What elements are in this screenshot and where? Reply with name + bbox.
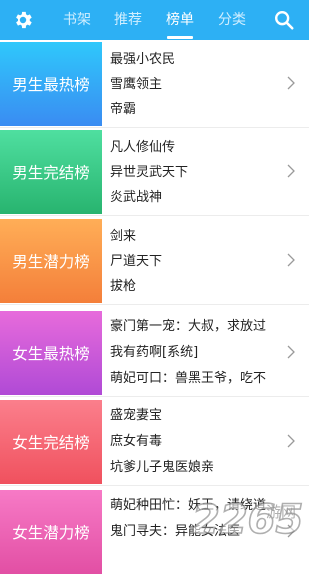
book-title[interactable]: 尸道天下	[110, 254, 162, 270]
gear-icon[interactable]	[12, 9, 34, 31]
book-title[interactable]: 我有药啊[系统]	[110, 345, 198, 361]
ranking-row-female-finished[interactable]: 女生完结榜 盛宠妻宝 庶女有毒 坑爹儿子鬼医娘亲	[0, 400, 309, 484]
divider	[0, 304, 309, 305]
tab-categories[interactable]: 分类	[218, 11, 246, 29]
ranking-title: 男生完结榜	[0, 130, 102, 214]
chevron-right-icon	[287, 345, 295, 359]
ranking-title: 女生完结榜	[0, 400, 102, 484]
book-title[interactable]: 庶女有毒	[110, 434, 162, 450]
ranking-book-list: 凡人修仙传 异世灵武天下 炎武战神	[110, 130, 290, 214]
book-title[interactable]: 最强小农民	[110, 52, 175, 68]
chevron-right-icon	[287, 164, 295, 178]
book-title[interactable]: 雪鹰领主	[110, 77, 162, 93]
divider	[0, 215, 309, 216]
divider	[0, 127, 309, 128]
book-title[interactable]: 萌妃可口：兽黑王爷，吃不	[110, 371, 266, 387]
ranking-book-list: 盛宠妻宝 庶女有毒 坑爹儿子鬼医娘亲	[110, 400, 290, 484]
book-title[interactable]: 豪门第一宠：大叔，求放过	[110, 319, 266, 335]
search-icon[interactable]	[273, 9, 295, 31]
divider	[0, 396, 309, 397]
ranking-book-list: 剑来 尸道天下 拔枪	[110, 219, 290, 303]
ranking-title: 男生最热榜	[0, 42, 102, 126]
top-navigation-bar: 书架 推荐 榜单 分类	[0, 0, 309, 40]
ranking-book-list: 最强小农民 雪鹰领主 帝霸	[110, 42, 290, 126]
book-title[interactable]: 剑来	[110, 229, 136, 245]
ranking-title: 女生潜力榜	[0, 490, 102, 574]
ranking-row-male-finished[interactable]: 男生完结榜 凡人修仙传 异世灵武天下 炎武战神	[0, 130, 309, 214]
book-title[interactable]: 异世灵武天下	[110, 165, 188, 181]
chevron-right-icon	[287, 76, 295, 90]
tab-bookshelf[interactable]: 书架	[63, 11, 91, 29]
book-title[interactable]: 帝霸	[110, 102, 136, 118]
ranking-row-female-hot[interactable]: 女生最热榜 豪门第一宠：大叔，求放过 我有药啊[系统] 萌妃可口：兽黑王爷，吃不	[0, 311, 309, 395]
chevron-right-icon	[287, 434, 295, 448]
ranking-book-list: 豪门第一宠：大叔，求放过 我有药啊[系统] 萌妃可口：兽黑王爷，吃不	[110, 311, 290, 395]
ranking-row-male-hot[interactable]: 男生最热榜 最强小农民 雪鹰领主 帝霸	[0, 42, 309, 126]
chevron-right-icon	[287, 253, 295, 267]
book-title[interactable]: 拔枪	[110, 279, 136, 295]
book-title[interactable]: 凡人修仙传	[110, 140, 175, 156]
ranking-row-male-potential[interactable]: 男生潜力榜 剑来 尸道天下 拔枪	[0, 219, 309, 303]
tab-rankings[interactable]: 榜单	[166, 11, 194, 29]
divider	[0, 485, 309, 486]
watermark-text: 游网	[266, 503, 296, 521]
tab-recommend[interactable]: 推荐	[114, 11, 142, 29]
book-title[interactable]: 坑爹儿子鬼医娘亲	[110, 460, 214, 476]
ranking-title: 女生最热榜	[0, 311, 102, 395]
book-title[interactable]: 盛宠妻宝	[110, 408, 162, 424]
watermark-logo: 2265 游网	[190, 487, 308, 549]
active-tab-indicator	[167, 36, 193, 39]
ranking-title: 男生潜力榜	[0, 219, 102, 303]
book-title[interactable]: 炎武战神	[110, 190, 162, 206]
